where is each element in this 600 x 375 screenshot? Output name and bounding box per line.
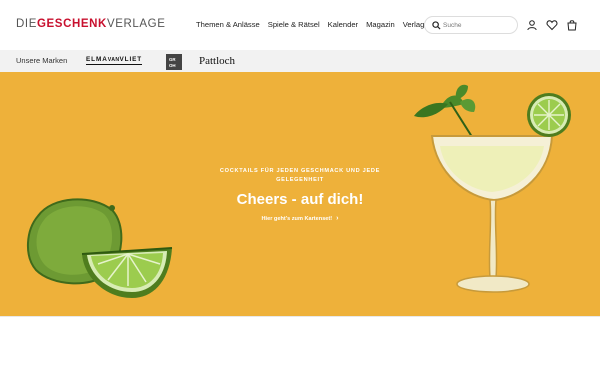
brand-logo-groh[interactable]: GR OH bbox=[166, 54, 182, 70]
hero-kicker: COCKTAILS FÜR JEDEN GESCHMACK UND JEDE G… bbox=[219, 168, 381, 183]
nav-item-spiele[interactable]: Spiele & Rätsel bbox=[268, 20, 320, 29]
brands-label: Unsere Marken bbox=[16, 56, 68, 65]
logo-text-geschenk: GESCHENK bbox=[36, 18, 107, 30]
hero-cta-label: Hier geht's zum Kartenset! bbox=[261, 216, 333, 222]
content-area bbox=[0, 316, 600, 375]
chevron-right-icon: › bbox=[336, 215, 339, 222]
cocktail-glass-illustration bbox=[414, 84, 571, 293]
heart-icon[interactable] bbox=[546, 19, 558, 31]
brands-bar: Unsere Marken ELMAVANVLIET bbox=[0, 50, 600, 72]
shopping-bag-icon[interactable] bbox=[566, 19, 578, 31]
logo-text-die: DIE bbox=[16, 18, 37, 30]
site-header: DIEGESCHENKVERLAGE Themen & Anlässe Spie… bbox=[0, 0, 600, 50]
nav-item-themen[interactable]: Themen & Anlässe bbox=[196, 20, 260, 29]
hero-cta-link[interactable]: Hier geht's zum Kartenset! › bbox=[210, 215, 390, 222]
lime-slice-illustration bbox=[81, 247, 173, 298]
nav-item-verlag[interactable]: Verlag bbox=[403, 20, 425, 29]
nav-item-kalender[interactable]: Kalender bbox=[328, 20, 358, 29]
search-input[interactable] bbox=[443, 19, 513, 31]
site-logo[interactable]: DIEGESCHENKVERLAGE bbox=[16, 18, 166, 30]
nav-item-magazin[interactable]: Magazin bbox=[366, 20, 395, 29]
main-nav: Themen & Anlässe Spiele & Rätsel Kalende… bbox=[196, 20, 424, 29]
user-icon[interactable] bbox=[526, 19, 538, 31]
hero-text-block: COCKTAILS FÜR JEDEN GESCHMACK UND JEDE G… bbox=[210, 167, 390, 222]
logo-text-verlage: VERLAGE bbox=[106, 18, 166, 30]
hero-banner[interactable]: COCKTAILS FÜR JEDEN GESCHMACK UND JEDE G… bbox=[0, 72, 600, 316]
search-icon[interactable] bbox=[432, 21, 441, 30]
brand-logo-elma-van-vliet[interactable]: ELMAVANVLIET bbox=[86, 56, 143, 65]
search-box bbox=[424, 16, 518, 34]
hero-headline: Cheers - auf dich! bbox=[236, 191, 364, 208]
brand-logo-pattloch[interactable]: Pattloch bbox=[199, 55, 235, 67]
